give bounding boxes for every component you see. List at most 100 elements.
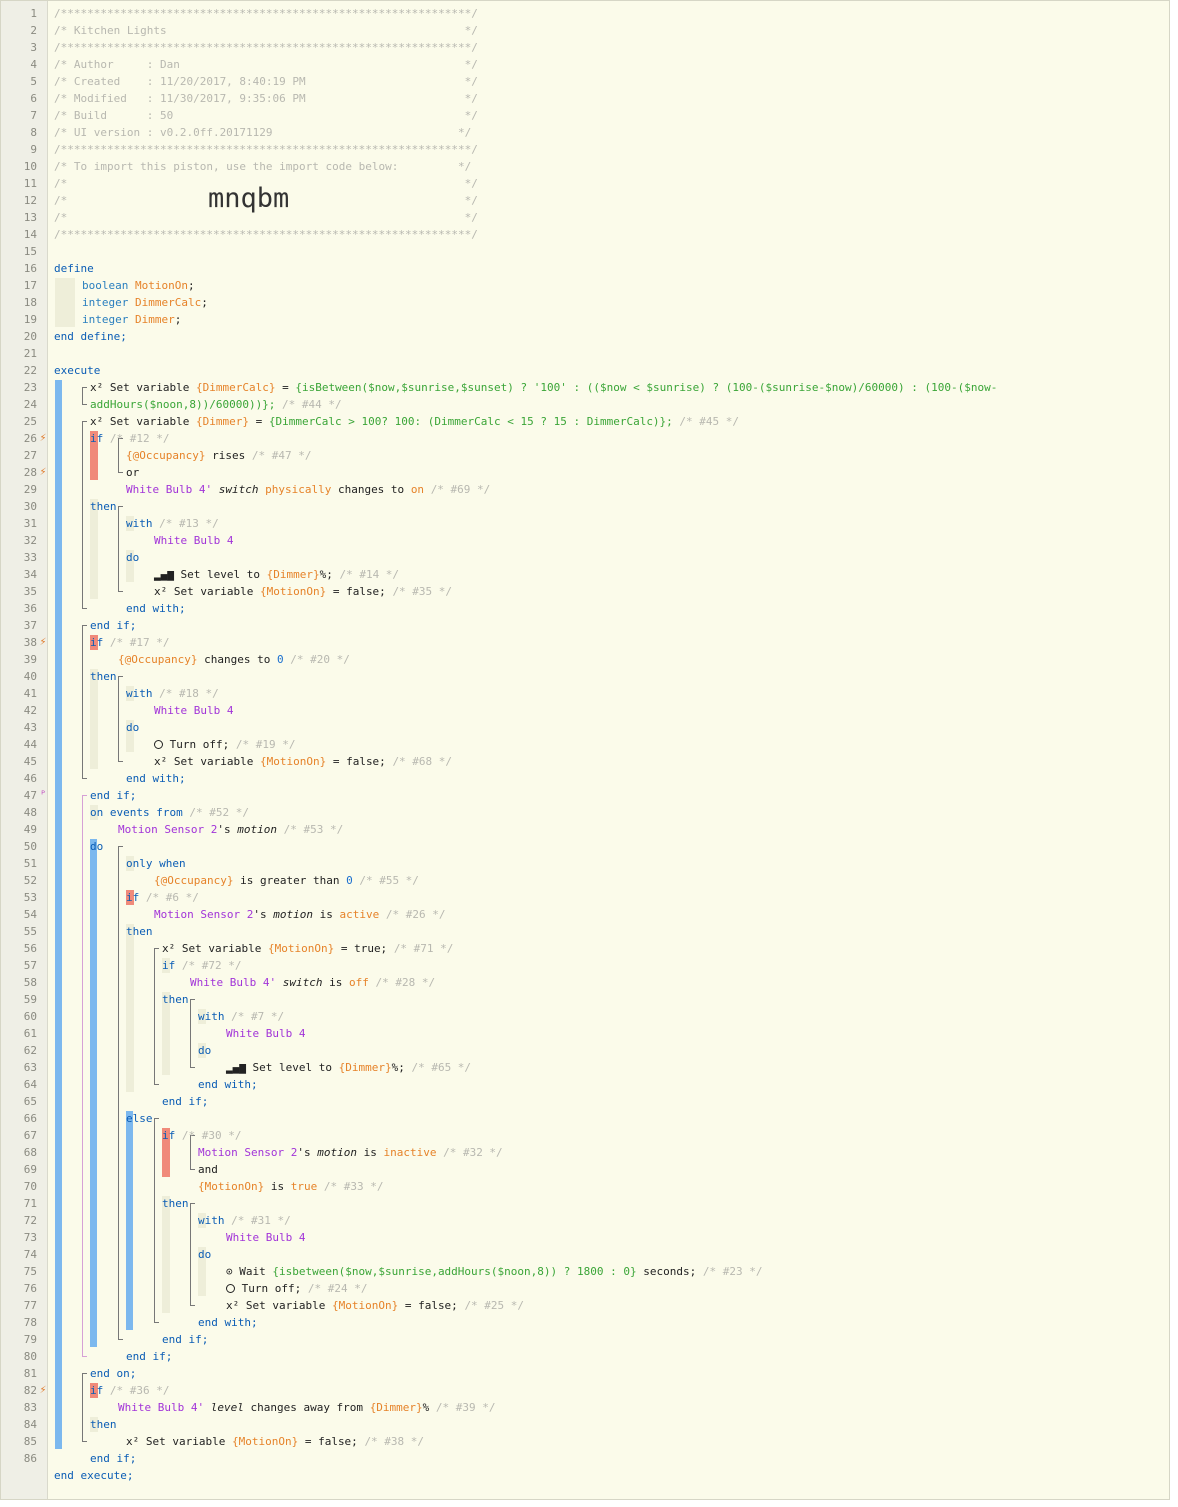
value[interactable]: on bbox=[411, 483, 424, 496]
if-keyword: if bbox=[90, 432, 104, 445]
variable-ref[interactable]: {@Occupancy} bbox=[126, 449, 205, 462]
condition: is bbox=[312, 908, 340, 921]
bracket-bottom bbox=[82, 775, 87, 779]
line-number: 34 bbox=[23, 568, 37, 581]
variable-ref[interactable]: {@Occupancy} bbox=[118, 653, 197, 666]
variable-ref[interactable]: {@Occupancy} bbox=[154, 874, 233, 887]
variable-ref[interactable]: {Dimmer} bbox=[196, 415, 249, 428]
variable-ref[interactable]: {DimmerCalc} bbox=[196, 381, 275, 394]
statement: x² Set variable bbox=[90, 381, 196, 394]
do-keyword: do bbox=[126, 721, 140, 734]
bracket-top bbox=[82, 1373, 87, 1377]
line-number: 75 bbox=[23, 1265, 37, 1278]
var-name[interactable]: MotionOn bbox=[135, 279, 188, 292]
line-number: 70 bbox=[23, 1180, 37, 1193]
line-number: 67 bbox=[23, 1129, 37, 1142]
action: x² Set variable bbox=[162, 942, 268, 955]
bracket-bottom bbox=[190, 1166, 195, 1170]
value[interactable]: inactive bbox=[383, 1146, 436, 1159]
execute-keyword: execute bbox=[54, 364, 101, 377]
device-ref[interactable]: White Bulb 4 bbox=[226, 1231, 305, 1244]
line-number: 36 bbox=[23, 602, 37, 615]
else-keyword: else bbox=[126, 1112, 153, 1125]
code-line: {@Occupancy} is greater than 0 /* #55 */ bbox=[154, 872, 419, 889]
device-ref[interactable]: White Bulb 4' bbox=[126, 483, 212, 496]
line-number: 37 bbox=[23, 619, 37, 632]
statement-id: /* #32 */ bbox=[443, 1146, 503, 1159]
device-ref[interactable]: Motion Sensor 2 bbox=[198, 1146, 297, 1159]
var-name[interactable]: Dimmer bbox=[135, 313, 175, 326]
piston-code-view: 1 2 3 4 5 6 7 8 9 10 11 12 13 14 15 16 17 18 19 20 21 22 23 24 2… bbox=[0, 0, 1170, 1500]
variable-ref[interactable]: {MotionOn} bbox=[332, 1299, 398, 1312]
device-ref[interactable]: White Bulb 4 bbox=[226, 1027, 305, 1040]
action: x² Set variable bbox=[126, 1435, 232, 1448]
sp bbox=[387, 942, 394, 955]
variable-ref[interactable]: {Dimmer} bbox=[370, 1401, 423, 1414]
code-line: end if; bbox=[162, 1093, 208, 1110]
block-bracket bbox=[118, 676, 119, 761]
statement-id: /* #72 */ bbox=[181, 959, 242, 972]
then-block-bar bbox=[162, 1196, 170, 1313]
sp bbox=[379, 908, 386, 921]
statement-id: /* #14 */ bbox=[339, 568, 400, 581]
device-ref[interactable]: White Bulb 4 bbox=[154, 534, 233, 547]
line-number: 86 bbox=[23, 1452, 37, 1465]
op: 's bbox=[217, 823, 238, 836]
bracket-bottom bbox=[118, 469, 123, 473]
line-number: 18 bbox=[23, 296, 37, 309]
if-keyword: if bbox=[162, 1129, 176, 1142]
header-border: /***************************************… bbox=[54, 41, 478, 54]
else-block-bar bbox=[126, 1111, 133, 1330]
code-line: /***************************************… bbox=[54, 141, 478, 158]
device-ref[interactable]: White Bulb 4 bbox=[154, 704, 233, 717]
variable-ref[interactable]: {Dimmer} bbox=[339, 1061, 392, 1074]
var-type: boolean bbox=[82, 279, 129, 292]
variable-ref[interactable]: {MotionOn} bbox=[268, 942, 334, 955]
statement-id: /* #65 */ bbox=[411, 1061, 472, 1074]
code-line: do bbox=[90, 838, 103, 855]
do-block-bar bbox=[90, 839, 97, 1347]
do-keyword: do bbox=[198, 1248, 212, 1261]
line-number: 7 bbox=[30, 109, 37, 122]
bracket-bottom bbox=[82, 1353, 87, 1357]
device-ref[interactable]: Motion Sensor 2 bbox=[118, 823, 217, 836]
code-line: /* Kitchen Lights */ bbox=[54, 22, 478, 39]
sp bbox=[235, 1282, 242, 1295]
variable-ref[interactable]: {MotionOn} bbox=[198, 1180, 264, 1193]
line-number: 65 bbox=[23, 1095, 37, 1108]
variable-ref[interactable]: {MotionOn} bbox=[260, 755, 326, 768]
end-if-keyword: end if; bbox=[126, 1350, 173, 1363]
op: = bbox=[248, 415, 269, 428]
device-ref[interactable]: White Bulb 4' bbox=[118, 1401, 204, 1414]
variable-ref[interactable]: {MotionOn} bbox=[232, 1435, 298, 1448]
line-number: 59 bbox=[23, 993, 37, 1006]
line-number: 11 bbox=[23, 177, 37, 190]
value: 0 bbox=[346, 874, 353, 887]
variable-ref[interactable]: {MotionOn} bbox=[260, 585, 326, 598]
device-ref[interactable]: Motion Sensor 2 bbox=[154, 908, 253, 921]
value: 0 bbox=[276, 653, 284, 666]
sp bbox=[276, 976, 283, 989]
sp bbox=[424, 483, 431, 496]
value[interactable]: true bbox=[291, 1180, 318, 1193]
line-number: 80 bbox=[23, 1350, 37, 1363]
on-events-keyword: on events from bbox=[90, 806, 183, 819]
code-line: White Bulb 4 bbox=[226, 1025, 305, 1042]
code-line: /***************************************… bbox=[54, 39, 478, 56]
code-line: on events from /* #52 */ bbox=[90, 804, 249, 821]
line-number: 48 bbox=[23, 806, 37, 819]
variable-ref[interactable]: {Dimmer} bbox=[267, 568, 320, 581]
end-if-keyword: end if; bbox=[90, 619, 137, 632]
value[interactable]: off bbox=[349, 976, 369, 989]
device-ref[interactable]: White Bulb 4' bbox=[190, 976, 276, 989]
value[interactable]: active bbox=[339, 908, 379, 921]
trigger-bolt-icon: ⚡ bbox=[39, 467, 47, 478]
code-line: /* UI version : v0.2.0ff.20171129 */ bbox=[54, 124, 471, 141]
modifier[interactable]: physically bbox=[265, 483, 331, 496]
code-line: ⊙ Wait {isbetween($now,$sunrise,addHours… bbox=[226, 1263, 762, 1280]
var-name[interactable]: DimmerCalc bbox=[135, 296, 201, 309]
op: = true; bbox=[334, 942, 388, 955]
trigger-bolt-icon: ⚡ bbox=[39, 433, 47, 444]
statement-id: /* #19 */ bbox=[235, 738, 296, 751]
code-line: and bbox=[198, 1161, 218, 1178]
